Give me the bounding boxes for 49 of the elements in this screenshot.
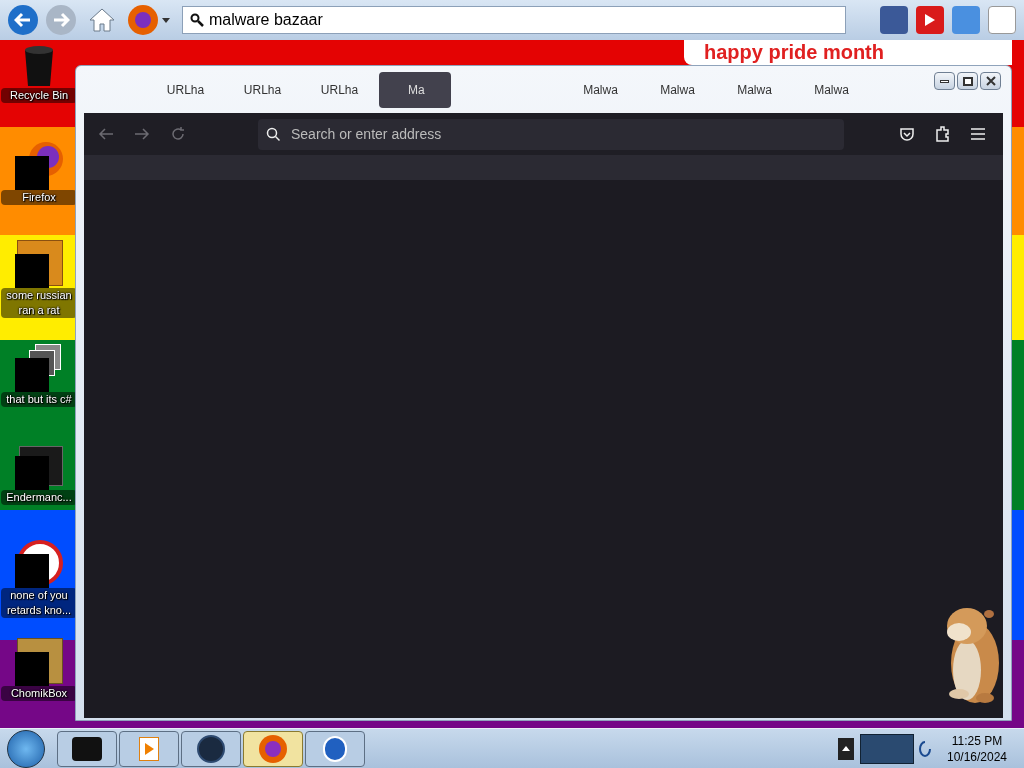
box-icon[interactable] [57,730,117,767]
firefox-icon[interactable] [243,730,303,767]
globe-icon[interactable] [181,730,241,767]
right-arrow-icon [52,11,70,29]
icon-label[interactable]: Recycle Bin [1,88,77,103]
back-arrow-icon[interactable] [98,126,114,142]
icon-label[interactable]: that but its c# [1,392,77,407]
media-player-icon[interactable] [119,730,179,767]
search-field[interactable]: malware bazaar [182,6,846,34]
tray-expand-button[interactable] [838,737,854,760]
icon-label[interactable]: none of you retards kno... [1,588,77,618]
close-button[interactable] [980,72,1001,90]
close-icon [985,76,996,86]
icon-label[interactable]: some russian ran a rat [1,288,77,318]
forward-arrow-icon[interactable] [134,126,150,142]
clock-date[interactable]: 10/16/2024 [946,748,1008,765]
home-icon[interactable] [88,7,116,33]
icon-label[interactable]: Firefox [1,190,77,205]
censored-icon[interactable] [15,638,63,686]
tab[interactable]: Malwa [563,71,638,108]
reload-icon[interactable] [170,126,186,142]
address-field[interactable]: Search or enter address [258,118,844,150]
tab[interactable]: URLha [148,71,223,108]
tab[interactable]: URLha [302,71,377,108]
tab[interactable]: Malwa [717,71,792,108]
banner-text: happy pride month [704,40,885,64]
swirl-icon[interactable] [918,739,932,758]
search-icon [190,13,204,27]
back-button[interactable] [8,5,38,35]
firefox-icon[interactable] [15,142,63,190]
left-arrow-icon [14,11,32,29]
menu-icon[interactable] [971,128,985,140]
icon-label[interactable]: ChomikBox [1,686,77,701]
tab[interactable]: Malwa [640,71,715,108]
maximize-button[interactable] [957,72,978,90]
start-button[interactable] [7,729,45,768]
play-icon[interactable] [916,6,944,34]
firefox-menu-button[interactable] [128,5,170,35]
clock-time[interactable]: 11:25 PM [951,732,1003,749]
tab[interactable]: Malwa [794,71,869,108]
icon-label[interactable]: Endermanc... [1,490,77,505]
minimize-button[interactable] [934,72,955,90]
tab[interactable]: URLha [225,71,300,108]
search-icon [266,126,281,142]
tab[interactable]: Ma [379,71,451,108]
puzzle-icon[interactable] [935,125,951,143]
censored-icon[interactable] [15,344,63,392]
pocket-icon[interactable] [899,126,915,142]
censored-icon[interactable] [15,240,63,288]
